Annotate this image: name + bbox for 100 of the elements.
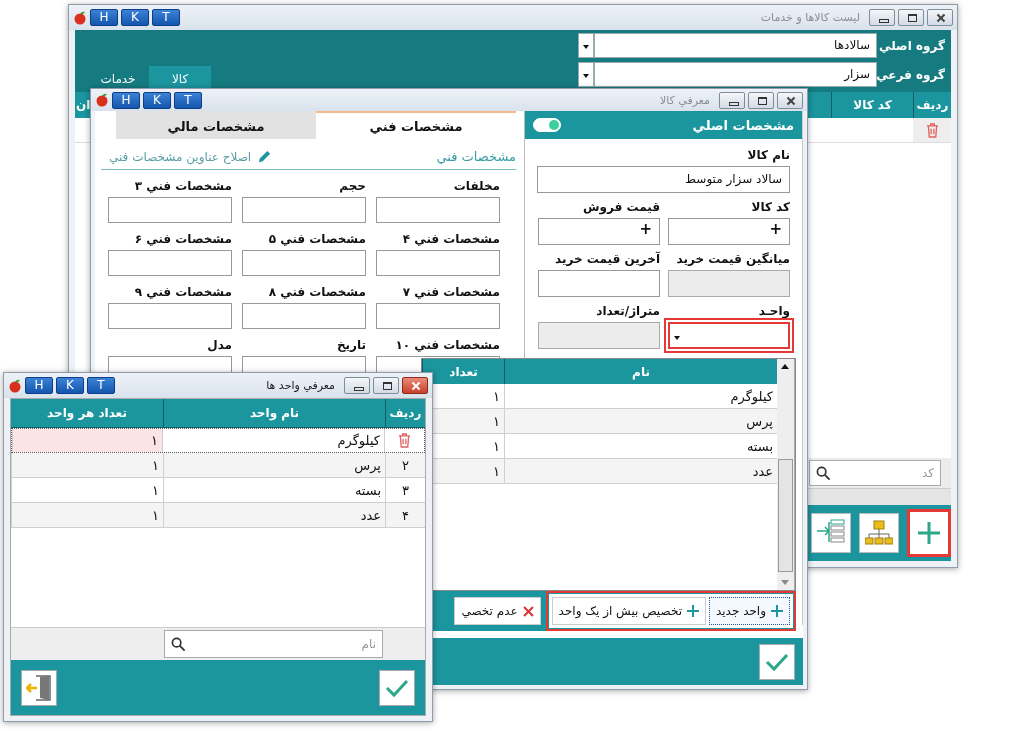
table-cell: ۳: [385, 478, 425, 502]
column-header: ان: [75, 97, 92, 114]
maximize-button[interactable]: [373, 377, 399, 394]
hotkey-button[interactable]: K: [56, 377, 84, 394]
exit-door-icon: [26, 673, 52, 702]
field-label: گروه فرعي: [877, 67, 946, 82]
toggle-switch[interactable]: [533, 118, 561, 132]
check-icon: [385, 677, 409, 698]
column-header: نام: [504, 359, 777, 384]
scrollbar[interactable]: [777, 359, 795, 590]
field-label: مشخصات فني ۵: [267, 231, 366, 247]
input-field[interactable]: [108, 250, 232, 276]
minimize-button[interactable]: [719, 91, 745, 109]
field-label: مشخصات فني ۶: [133, 231, 232, 247]
window-title: معرفي کالا: [659, 93, 710, 107]
minimize-button[interactable]: [344, 377, 370, 394]
add-button[interactable]: [907, 509, 951, 557]
input-field[interactable]: [242, 303, 366, 329]
add-button[interactable]: واحد جديد: [709, 597, 790, 625]
input-field[interactable]: [242, 197, 366, 223]
org-chart-icon: [865, 520, 893, 546]
column-header: نام واحد: [163, 399, 385, 427]
hotkey-button[interactable]: K: [143, 91, 171, 109]
dropdown-button[interactable]: [578, 33, 594, 58]
input-field[interactable]: +: [668, 218, 790, 245]
text-field[interactable]: سالاد سزار متوسط: [537, 166, 790, 193]
window-title: معرفي واحد ها: [266, 379, 335, 392]
tree-button[interactable]: [859, 513, 899, 553]
hotkey-button[interactable]: T: [152, 9, 180, 26]
field-label: تاريخ: [335, 337, 366, 353]
table-cell: ۱: [11, 453, 163, 477]
apple-icon: [8, 378, 22, 393]
field-label: مشخصات فني ۸: [267, 284, 366, 300]
table-cell: ۱: [11, 478, 163, 502]
dropdown-button[interactable]: [578, 62, 594, 87]
plus-icon: [687, 605, 699, 617]
combo-field[interactable]: سالادها: [594, 33, 877, 58]
confirm-button[interactable]: [379, 669, 415, 706]
field-label: واحـد: [757, 303, 790, 319]
apple-icon: [95, 93, 109, 107]
field-label: مشخصات فني ۹: [133, 284, 232, 300]
delete-button[interactable]: [913, 118, 951, 142]
close-button[interactable]: [927, 9, 953, 26]
table-cell: پرس: [163, 453, 385, 477]
section-title: مشخصات اصلي: [692, 117, 794, 133]
input-field[interactable]: [376, 197, 500, 223]
combo-field[interactable]: سزار: [594, 62, 877, 87]
input-field[interactable]: [108, 197, 232, 223]
hotkey-button[interactable]: H: [112, 91, 140, 109]
field-label: حجم: [338, 178, 366, 194]
hotkey-button[interactable]: H: [25, 377, 53, 394]
maximize-button[interactable]: [748, 91, 774, 109]
close-button[interactable]: [777, 91, 803, 109]
field-label: مشخصات فني ۱۰: [394, 337, 500, 353]
input-field[interactable]: [538, 270, 660, 297]
table-row[interactable]: ۴ عدد ۱: [11, 503, 425, 528]
minimize-button[interactable]: [869, 9, 895, 26]
field-label: مشخصات فني ۳: [133, 178, 232, 194]
tab[interactable]: مشخصات مالي: [116, 111, 316, 139]
hotkey-button[interactable]: H: [90, 9, 118, 26]
hotkey-button[interactable]: T: [87, 377, 115, 394]
maximize-button[interactable]: [898, 9, 924, 26]
import-button[interactable]: [811, 513, 851, 553]
table-cell[interactable]: بسته: [504, 434, 777, 458]
tab[interactable]: خدمات: [87, 66, 149, 92]
field-label: متراژ/تعداد: [595, 303, 660, 319]
trash-icon: [925, 122, 939, 138]
input-field[interactable]: [242, 250, 366, 276]
trash-icon: [398, 433, 411, 448]
hotkey-button[interactable]: K: [121, 9, 149, 26]
table-cell: ۴: [385, 503, 425, 527]
input-field[interactable]: [376, 303, 500, 329]
confirm-button[interactable]: [759, 643, 795, 680]
apple-icon: [73, 10, 87, 25]
table-cell: ۱: [12, 429, 162, 452]
hotkey-button[interactable]: T: [174, 91, 202, 109]
input-field[interactable]: +: [538, 218, 660, 245]
field-label: قيمت فروش: [581, 199, 660, 215]
field-label: مخلفات: [452, 178, 500, 194]
input-field[interactable]: [108, 303, 232, 329]
table-cell[interactable]: عدد: [504, 459, 777, 483]
remove-button[interactable]: عدم تخصي: [454, 597, 541, 625]
cross-icon: [522, 605, 534, 617]
exit-button[interactable]: [21, 669, 57, 706]
input-field[interactable]: [376, 250, 500, 276]
field-label: آخرين قيمت خريد: [554, 251, 660, 267]
search-icon: [171, 636, 186, 652]
close-button[interactable]: [402, 377, 428, 394]
table-row[interactable]: کيلوگرم ۱: [11, 428, 425, 453]
table-cell: ۲: [385, 453, 425, 477]
table-cell: بسته: [163, 478, 385, 502]
table-cell[interactable]: پرس: [504, 409, 777, 433]
field-label: مدل: [206, 337, 232, 353]
field-label: کد کالا: [750, 199, 790, 215]
pencil-icon: [257, 149, 273, 164]
add-button[interactable]: تخصيص بيش از يک واحد: [551, 597, 706, 625]
plus-icon: [916, 520, 942, 546]
table-row[interactable]: ۲ پرس ۱: [11, 453, 425, 478]
table-cell[interactable]: کيلوگرم: [504, 384, 777, 408]
column-header: تعداد هر واحد: [46, 405, 128, 423]
